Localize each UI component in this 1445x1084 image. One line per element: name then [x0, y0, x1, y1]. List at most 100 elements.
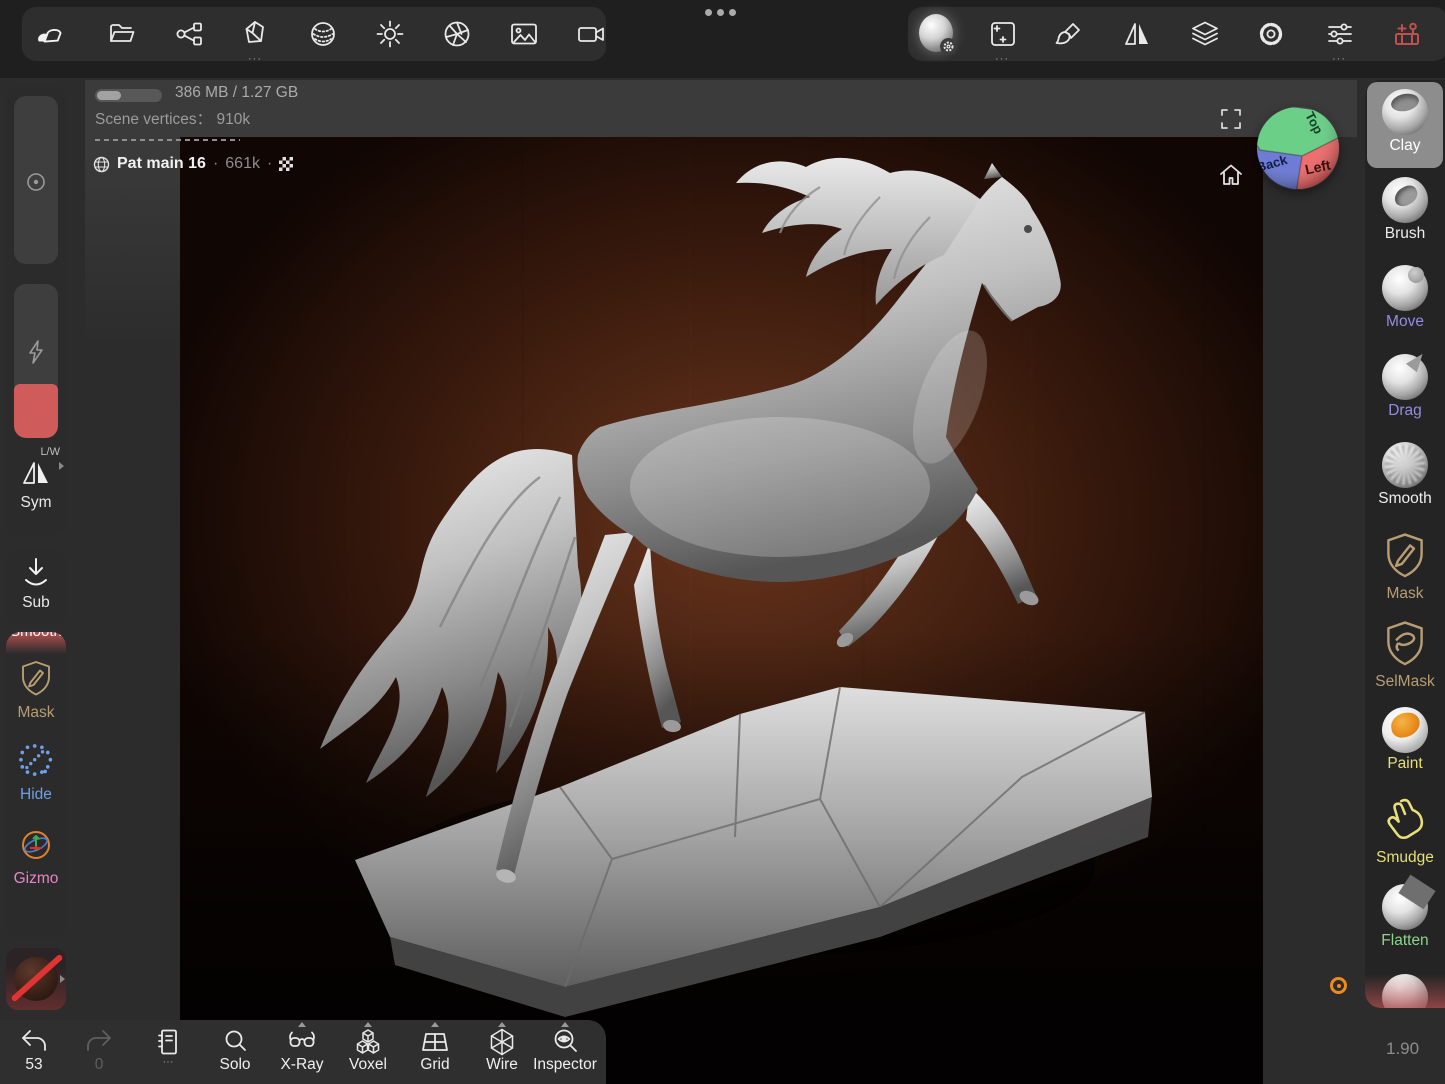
undo-icon	[2, 1020, 66, 1056]
tool-mask[interactable]: Mask	[1367, 524, 1443, 610]
background-image-icon[interactable]	[507, 17, 541, 51]
radius-slider[interactable]	[14, 96, 58, 264]
nomad-sculpt-app: ··· ···	[0, 0, 1445, 1084]
layer-vertices: 661k	[225, 155, 260, 173]
scene-vertices-text: Scene vertices： 910k	[95, 107, 250, 129]
tool-panel: Clay Brush Move Drag Smooth Mask SelMask	[1365, 80, 1445, 1008]
symmetry-button[interactable]	[20, 458, 52, 493]
separator-dashes	[95, 139, 240, 141]
sliders-more-dots: ···	[1332, 55, 1346, 63]
undo-count: 53	[2, 1056, 66, 1074]
caret-up-icon	[498, 1022, 506, 1027]
tool-selmask[interactable]: SelMask	[1367, 612, 1443, 698]
selmask-shield-icon	[1384, 620, 1426, 666]
intensity-fill	[14, 384, 58, 438]
material-icon[interactable]	[306, 17, 340, 51]
gizmo-icon	[19, 828, 53, 862]
tool-smudge[interactable]: Smudge	[1367, 789, 1443, 875]
scene-graph-icon[interactable]	[172, 17, 206, 51]
drag-sphere-icon	[1382, 354, 1428, 400]
move-sphere-icon	[1382, 265, 1428, 311]
redo-count: 0	[67, 1056, 131, 1074]
sculpt-viewport[interactable]	[180, 137, 1263, 1084]
intensity-bolt-icon	[26, 340, 46, 364]
dot-sep: ·	[213, 155, 218, 173]
layers-icon[interactable]	[1188, 17, 1222, 51]
matcap-sphere-button[interactable]	[919, 16, 953, 50]
tool-move[interactable]: Move	[1367, 258, 1443, 344]
debug-toolbox-icon[interactable]	[1390, 17, 1424, 51]
settings-gear-icon[interactable]	[1254, 17, 1288, 51]
stamp-icon[interactable]	[986, 17, 1020, 51]
toggle-voxel[interactable]: Voxel	[336, 1020, 400, 1074]
mask-shield-icon	[1384, 532, 1426, 578]
wire-sphere-icon	[93, 156, 110, 173]
tool-partial[interactable]	[1367, 965, 1443, 1008]
topology-icon[interactable]	[239, 17, 273, 51]
home-icon[interactable]	[1218, 162, 1244, 188]
tool-brush[interactable]: Brush	[1367, 170, 1443, 256]
bottom-bar: 53 0 ··· Solo X-Ray Voxel Grid	[0, 1020, 606, 1084]
notebook-icon	[136, 1020, 200, 1056]
active-layer-row[interactable]: Pat main 16 · 661k ·	[93, 153, 293, 175]
redo-button[interactable]: 0	[67, 1020, 131, 1074]
intensity-slider[interactable]	[14, 284, 58, 438]
horse-sculpture	[180, 137, 1263, 1084]
sym-label: Sym	[6, 494, 66, 512]
topology-more-dots: ···	[248, 55, 262, 63]
validate-dot-button[interactable]	[1330, 977, 1347, 994]
tool-flatten[interactable]: Flatten	[1367, 877, 1443, 963]
layer-name: Pat main 16	[117, 155, 206, 173]
shortcut-smooth[interactable]: Smooth	[6, 632, 66, 654]
hide-dotted-icon	[19, 744, 53, 778]
notes-button[interactable]: ···	[136, 1020, 200, 1068]
orientation-gizmo[interactable]: Top Back Left	[1256, 106, 1340, 190]
redo-icon	[67, 1020, 131, 1056]
radius-icon	[26, 172, 46, 192]
stamp-more-dots: ···	[995, 55, 1009, 63]
caret-up-icon	[364, 1022, 372, 1027]
tool-shortcuts-panel: Smooth Mask Hide Gizmo	[6, 632, 66, 938]
tool-smooth[interactable]: Smooth	[1367, 435, 1443, 521]
gear-badge-icon	[940, 38, 957, 55]
notes-more: ···	[136, 1056, 200, 1068]
nomad-logo-icon[interactable]	[36, 17, 70, 51]
sub-button[interactable]: Sub	[6, 548, 66, 626]
interface-sliders-icon[interactable]	[1323, 17, 1357, 51]
solo-icon	[203, 1020, 267, 1056]
shortcut-gizmo[interactable]: Gizmo	[6, 828, 66, 888]
paint-brush-icon[interactable]	[1052, 17, 1086, 51]
dot-sep: ·	[267, 155, 272, 173]
checker-icon	[279, 157, 293, 171]
toggle-solo[interactable]: Solo	[203, 1020, 267, 1074]
fullscreen-icon[interactable]	[1220, 108, 1242, 130]
partial-sphere-icon	[1382, 974, 1428, 1008]
toggle-wire[interactable]: Wire	[470, 1020, 534, 1074]
symmetry-mirror-icon[interactable]	[1120, 17, 1154, 51]
caret-up-icon	[431, 1022, 439, 1027]
shortcut-mask[interactable]: Mask	[6, 660, 66, 722]
tool-drag[interactable]: Drag	[1367, 347, 1443, 433]
files-icon[interactable]	[105, 17, 139, 51]
lighting-icon[interactable]	[373, 17, 407, 51]
multitask-handle[interactable]	[705, 9, 736, 16]
sub-label: Sub	[6, 594, 66, 612]
brush-sphere-icon	[1382, 177, 1428, 223]
toolbar-left: ···	[22, 7, 606, 61]
expand-arrow-icon[interactable]	[59, 462, 64, 470]
toggle-inspector[interactable]: Inspector	[533, 1020, 597, 1074]
toggle-grid[interactable]: Grid	[403, 1020, 467, 1074]
expand-arrow-icon[interactable]	[60, 975, 65, 983]
left-slider-panel: L/W Sym	[6, 86, 66, 536]
shortcut-hide[interactable]: Hide	[6, 744, 66, 804]
postprocess-icon[interactable]	[440, 17, 474, 51]
toggle-xray[interactable]: X-Ray	[270, 1020, 334, 1074]
tool-clay[interactable]: Clay	[1367, 82, 1443, 168]
smudge-finger-icon	[1383, 796, 1427, 842]
material-disabled-button[interactable]	[6, 948, 66, 1010]
camera-icon[interactable]	[574, 17, 608, 51]
tool-paint[interactable]: Paint	[1367, 700, 1443, 786]
paint-sphere-icon	[1382, 707, 1428, 753]
undo-button[interactable]: 53	[2, 1020, 66, 1074]
version-label: 1.90	[1386, 1039, 1419, 1059]
